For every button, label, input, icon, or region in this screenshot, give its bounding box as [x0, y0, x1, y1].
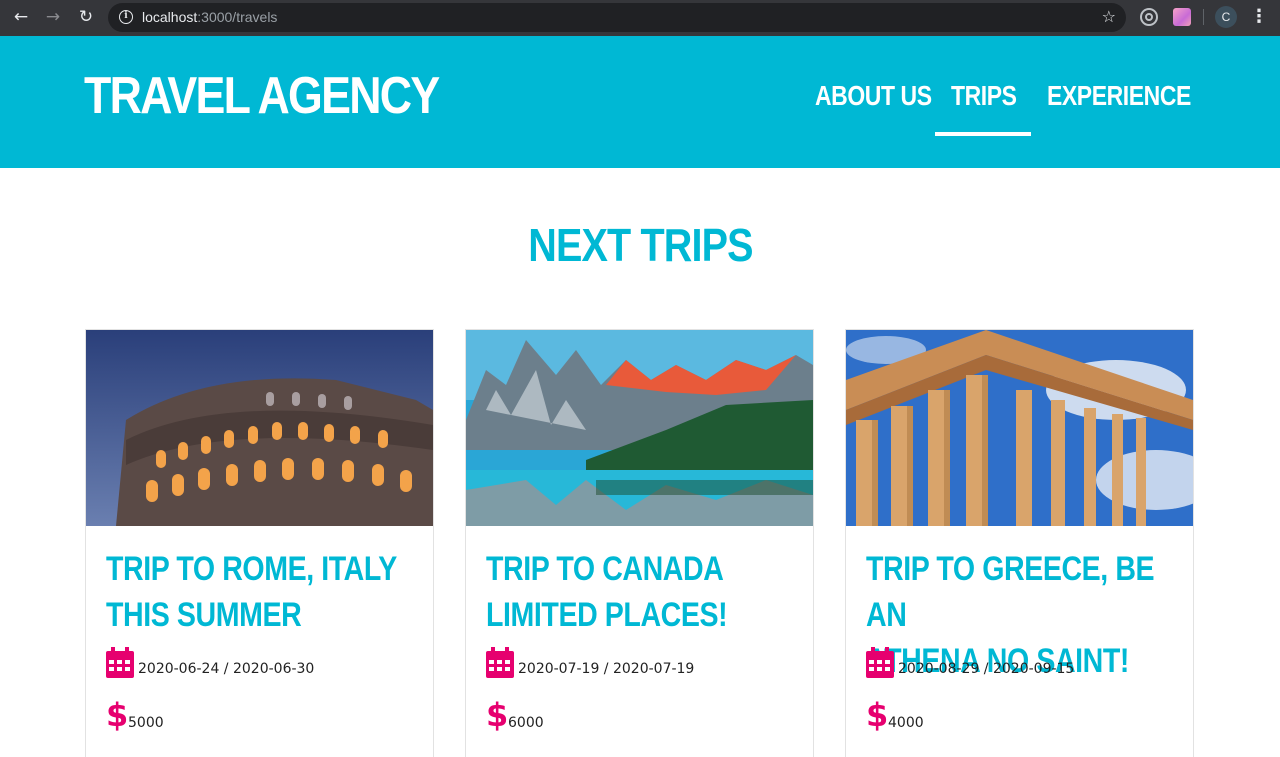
- url-path: :3000/travels: [197, 9, 278, 25]
- extension-color-icon[interactable]: [1173, 8, 1191, 26]
- trip-price-row: $ 4000: [866, 696, 924, 734]
- reload-icon[interactable]: ↻: [75, 6, 97, 28]
- nav-about-us[interactable]: ABOUT US: [815, 80, 932, 112]
- browser-toolbar: ← → ↻ i localhost:3000/travels ☆ C ⋮: [0, 0, 1280, 36]
- trip-card-greece[interactable]: TRIP TO GREECE, BE AN ATHENA NO SAINT! 2…: [845, 329, 1194, 757]
- nav-trips[interactable]: TRIPS: [951, 80, 1017, 112]
- active-nav-indicator: [935, 132, 1031, 136]
- trip-title-line1: TRIP TO ROME, ITALY: [106, 550, 397, 588]
- trip-card-canada[interactable]: TRIP TO CANADA LIMITED PLACES! 2020-07-1…: [465, 329, 814, 757]
- extension-target-icon[interactable]: [1140, 8, 1158, 26]
- url-text[interactable]: localhost:3000/travels: [142, 9, 277, 25]
- info-icon[interactable]: i: [119, 10, 133, 24]
- trip-title-line1: TRIP TO GREECE, BE AN: [866, 550, 1155, 634]
- toolbar-divider: [1203, 9, 1204, 25]
- mountain-lake-illustration: [466, 330, 813, 526]
- trip-title-line2: THIS SUMMER: [106, 596, 302, 634]
- profile-avatar[interactable]: C: [1215, 6, 1237, 28]
- trip-price: 5000: [128, 715, 164, 731]
- url-host: localhost: [142, 9, 198, 25]
- site-header: TRAVEL AGENCY ABOUT US TRIPS EXPERIENCE: [0, 36, 1280, 168]
- trip-title-line2: LIMITED PLACES!: [486, 596, 728, 634]
- parthenon-illustration: [846, 330, 1193, 526]
- dollar-icon: $: [486, 696, 509, 734]
- address-bar[interactable]: i localhost:3000/travels ☆: [108, 3, 1126, 32]
- trip-price-row: $ 6000: [486, 696, 544, 734]
- page-title-text: NEXT TRIPS: [527, 219, 753, 271]
- trip-dates: 2020-08-29 / 2020-09-15: [898, 661, 1075, 677]
- brand-logo-text[interactable]: TRAVEL AGENCY: [84, 66, 440, 126]
- trip-image-colosseum[interactable]: [86, 330, 433, 526]
- forward-arrow-icon[interactable]: →: [42, 6, 64, 28]
- trip-title[interactable]: TRIP TO ROME, ITALY THIS SUMMER: [106, 546, 425, 638]
- trip-title-line1: TRIP TO CANADA: [486, 550, 724, 588]
- trip-price: 4000: [888, 715, 924, 731]
- trip-dates: 2020-06-24 / 2020-06-30: [138, 661, 315, 677]
- dollar-icon: $: [866, 696, 889, 734]
- star-icon[interactable]: ☆: [1102, 7, 1116, 26]
- nav-experience[interactable]: EXPERIENCE: [1047, 80, 1191, 112]
- trip-price-row: $ 5000: [106, 696, 164, 734]
- trip-dates-row: 2020-06-24 / 2020-06-30: [106, 647, 314, 678]
- colosseum-illustration: [86, 330, 433, 526]
- calendar-icon: [106, 647, 134, 678]
- dollar-icon: $: [106, 696, 129, 734]
- trip-title[interactable]: TRIP TO CANADA LIMITED PLACES!: [486, 546, 805, 638]
- calendar-icon: [486, 647, 514, 678]
- trip-dates: 2020-07-19 / 2020-07-19: [518, 661, 695, 677]
- trip-price: 6000: [508, 715, 544, 731]
- back-arrow-icon[interactable]: ←: [10, 6, 32, 28]
- page-title: NEXT TRIPS: [0, 218, 1280, 272]
- kebab-menu-icon[interactable]: ⋮: [1250, 6, 1268, 28]
- calendar-icon: [866, 647, 894, 678]
- trip-image-mountain-lake[interactable]: [466, 330, 813, 526]
- trip-card-rome[interactable]: TRIP TO ROME, ITALY THIS SUMMER 2020-06-…: [85, 329, 434, 757]
- trip-image-parthenon[interactable]: [846, 330, 1193, 526]
- trip-dates-row: 2020-08-29 / 2020-09-15: [866, 647, 1074, 678]
- trip-dates-row: 2020-07-19 / 2020-07-19: [486, 647, 694, 678]
